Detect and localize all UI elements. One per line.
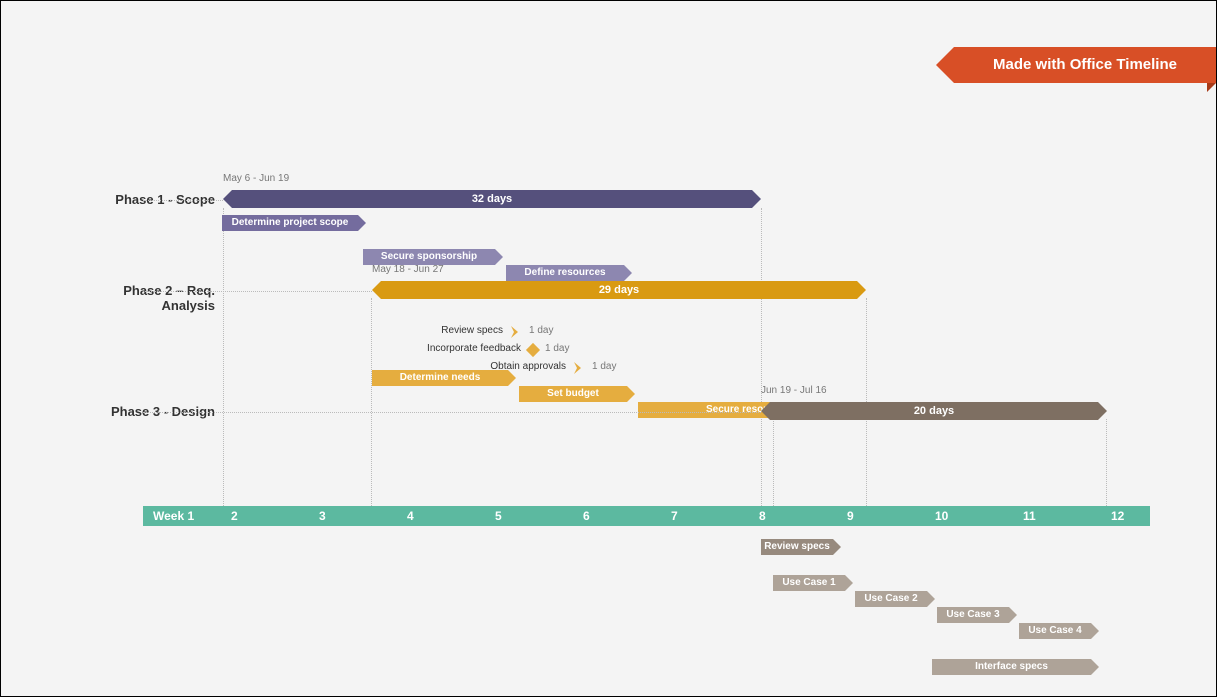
dropline	[761, 208, 762, 506]
task-uc2: Use Case 2	[855, 591, 927, 607]
phase1-dates: May 6 - Jun 19	[223, 173, 289, 184]
phase3-dates: Jun 19 - Jul 16	[761, 385, 827, 396]
gantt-chart: Week 1 2 3 4 5 6 7 8 9 10 11 12 Phase 1 …	[1, 1, 1216, 696]
task-set-budget: Set budget	[519, 386, 627, 402]
phase2-dates: May 18 - Jun 27	[372, 264, 444, 275]
dropline	[371, 298, 372, 506]
dropline	[223, 208, 224, 506]
leader-line	[143, 200, 223, 201]
ms-approvals-label: Obtain approvals	[431, 361, 566, 372]
ms-review-specs-label: Review specs	[391, 325, 503, 336]
tick-3: 3	[319, 506, 326, 526]
leader-line	[143, 291, 372, 292]
task-interface-specs: Interface specs	[932, 659, 1091, 675]
chevron-icon	[509, 325, 523, 339]
ms-approvals-dur: 1 day	[592, 361, 616, 372]
phase2-bar: 29 days	[381, 281, 857, 299]
ms-incorporate-label: Incorporate feedback	[371, 343, 521, 354]
tick-1: Week 1	[153, 506, 194, 526]
ms-review-specs-dur: 1 day	[529, 325, 553, 336]
tick-11: 11	[1023, 506, 1036, 526]
tick-8: 8	[759, 506, 766, 526]
task-define-resources: Define resources	[506, 265, 624, 281]
tick-7: 7	[671, 506, 678, 526]
tick-9: 9	[847, 506, 854, 526]
slide-frame: Made with Office Timeline Week 1 2 3 4 5…	[0, 0, 1217, 697]
task-uc3: Use Case 3	[937, 607, 1009, 623]
phase2-label: Phase 2 – Req. Analysis	[75, 283, 215, 313]
tick-4: 4	[407, 506, 414, 526]
dropline	[773, 419, 774, 506]
dropline	[1106, 419, 1107, 506]
task-determine-scope: Determine project scope	[222, 215, 358, 231]
tick-5: 5	[495, 506, 502, 526]
task-determine-needs: Determine needs	[372, 370, 508, 386]
ms-incorporate-dur: 1 day	[545, 343, 569, 354]
tick-2: 2	[231, 506, 238, 526]
phase1-bar: 32 days	[232, 190, 752, 208]
task-secure-sponsorship: Secure sponsorship	[363, 249, 495, 265]
chevron-icon	[572, 361, 586, 375]
phase3-bar: 20 days	[770, 402, 1098, 420]
tick-6: 6	[583, 506, 590, 526]
diamond-icon	[526, 343, 540, 357]
tick-10: 10	[935, 506, 948, 526]
tick-12: 12	[1111, 506, 1124, 526]
leader-line	[143, 412, 761, 413]
task-review-specs: Review specs	[761, 539, 833, 555]
task-uc1: Use Case 1	[773, 575, 845, 591]
week-axis: Week 1 2 3 4 5 6 7 8 9 10 11 12	[143, 506, 1150, 526]
task-uc4: Use Case 4	[1019, 623, 1091, 639]
